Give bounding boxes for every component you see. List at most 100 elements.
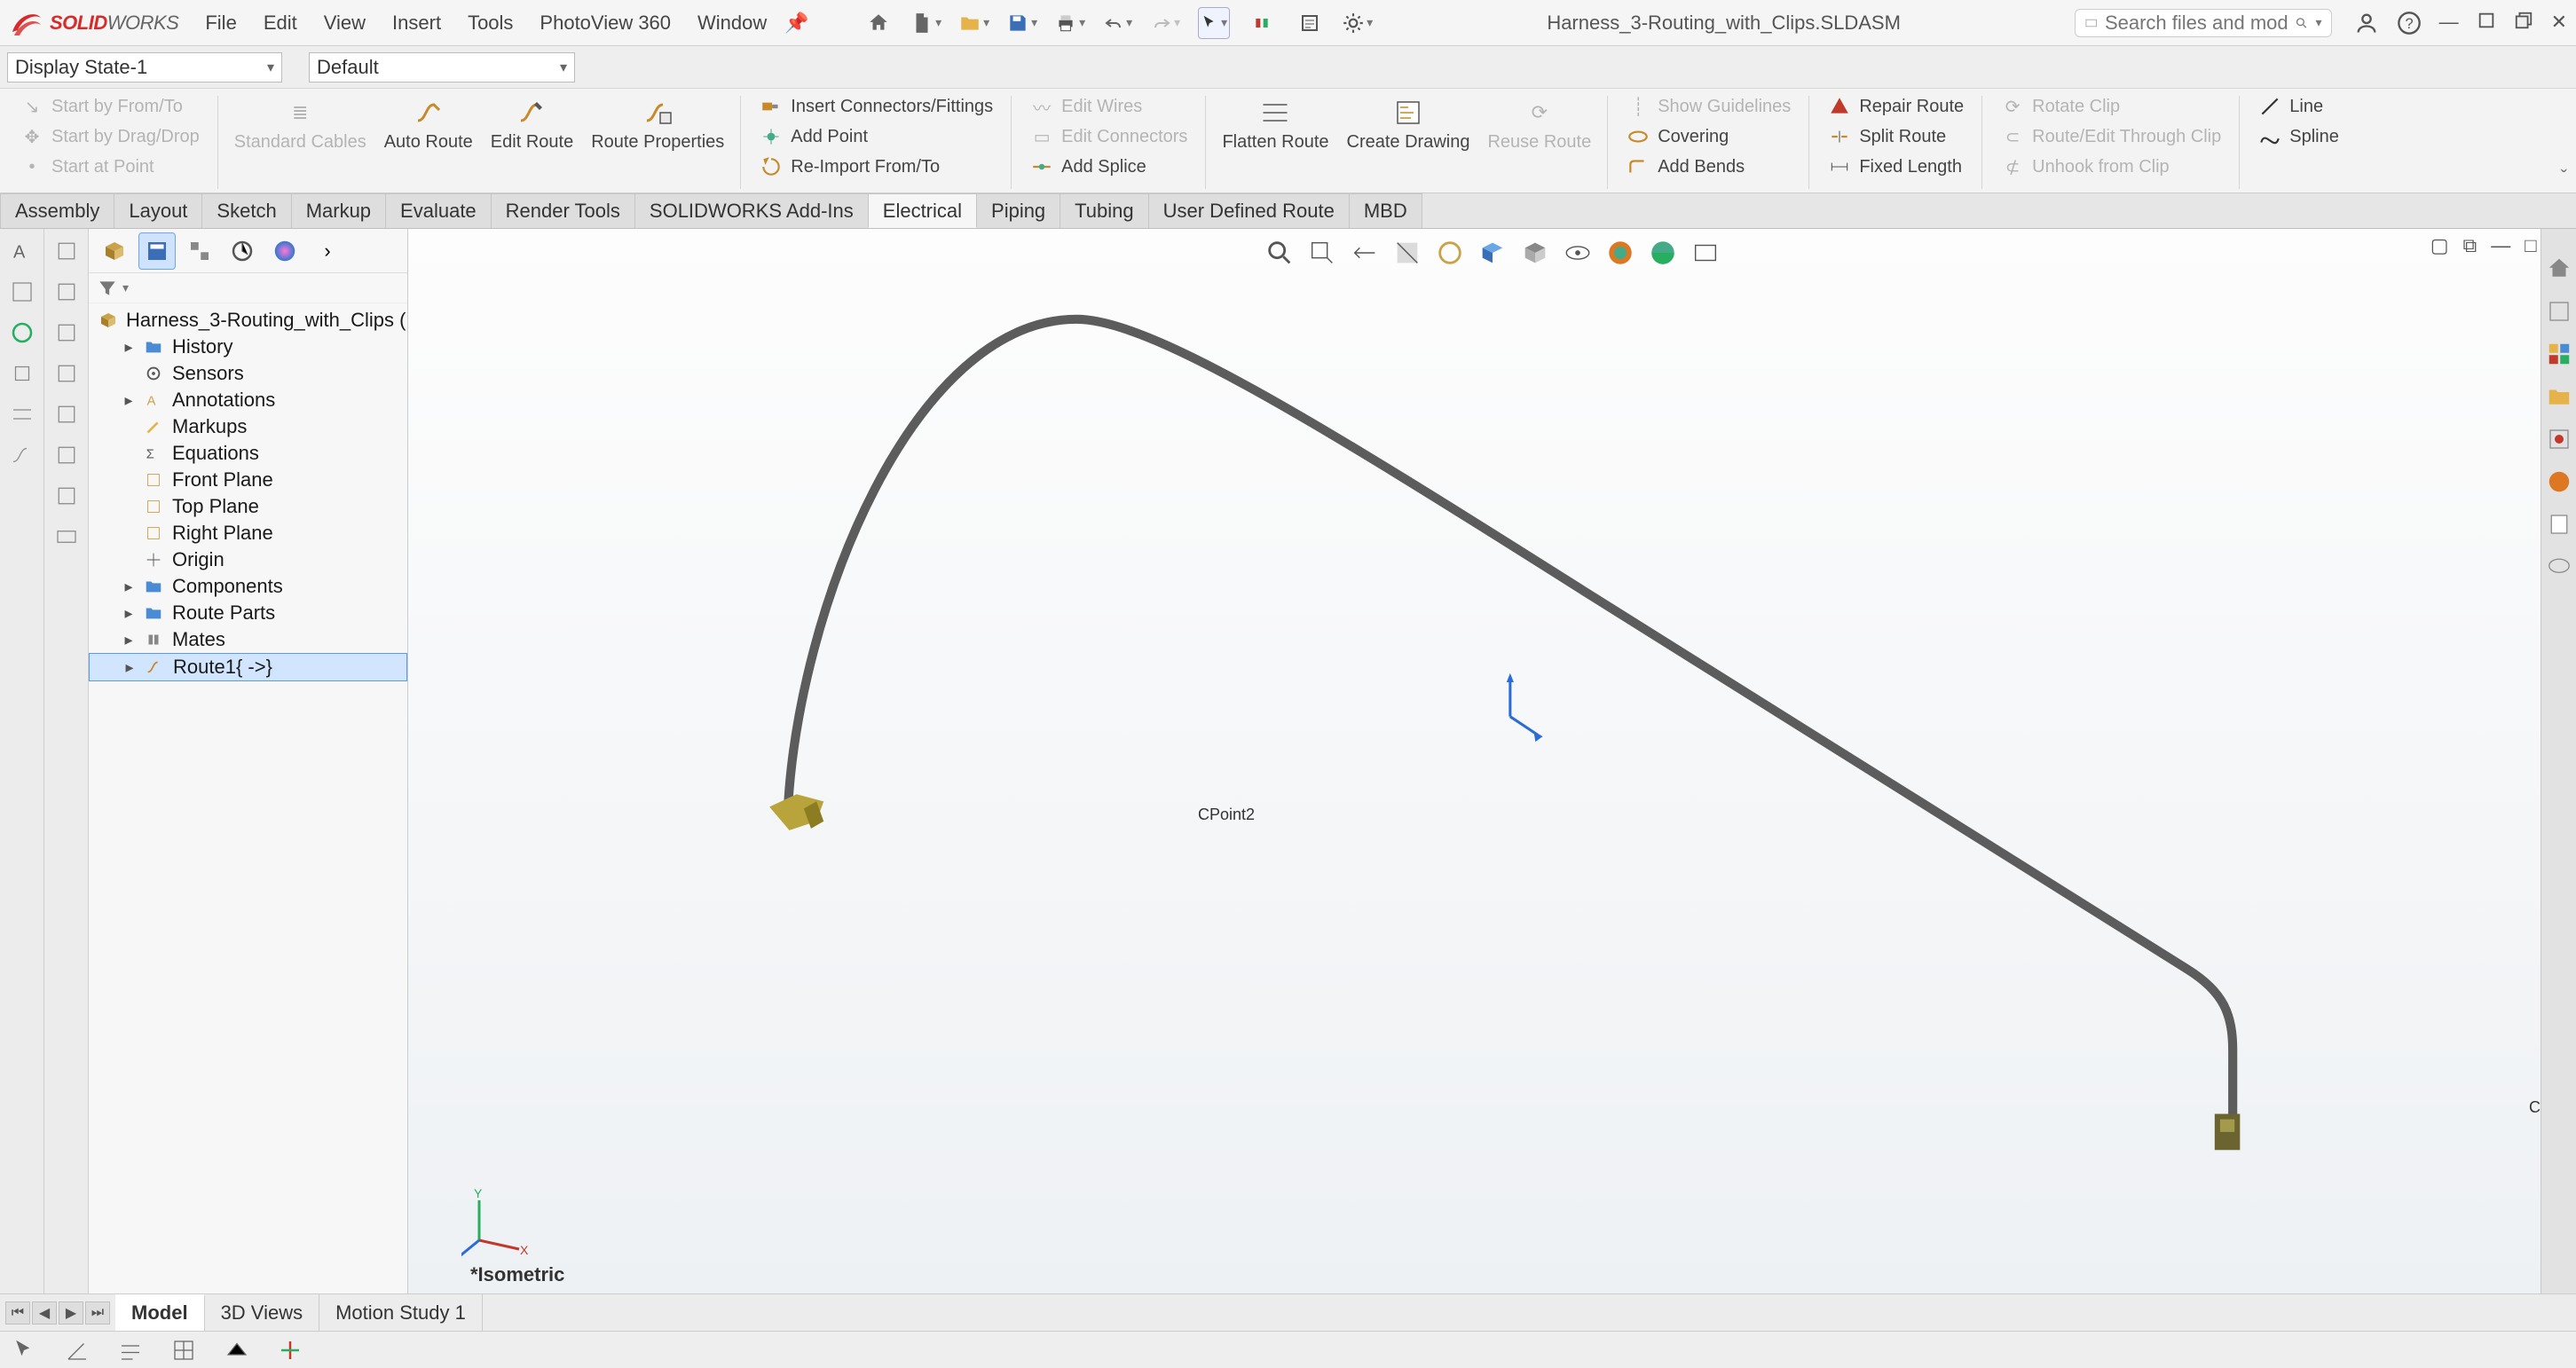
- panel-more-icon[interactable]: ›: [309, 232, 346, 270]
- tree-top-plane[interactable]: Top Plane: [89, 493, 407, 520]
- tree-mates[interactable]: ▸Mates: [89, 626, 407, 653]
- minimize-icon[interactable]: —: [2439, 11, 2459, 35]
- search-dropdown-icon[interactable]: ▾: [2316, 15, 2322, 30]
- rail-icon[interactable]: [53, 319, 80, 346]
- tab-piping[interactable]: Piping: [976, 193, 1060, 228]
- taskpane-design-library-icon[interactable]: [2546, 341, 2572, 367]
- search-input[interactable]: [2105, 12, 2288, 35]
- add-splice-button[interactable]: Add Splice: [1029, 154, 1187, 179]
- restore-icon[interactable]: [2477, 11, 2496, 35]
- collapse-ribbon-icon[interactable]: ˇ: [2561, 166, 2567, 189]
- configuration-dropdown[interactable]: Default▾: [309, 52, 575, 83]
- tree-root[interactable]: Harness_3-Routing_with_Clips (Default: [89, 307, 407, 334]
- edit-wires-button[interactable]: 〰Edit Wires: [1029, 94, 1187, 119]
- rail-icon[interactable]: [53, 360, 80, 387]
- edit-route-button[interactable]: Edit Route: [491, 92, 573, 152]
- rail-icon[interactable]: [53, 279, 80, 305]
- status-grid-icon[interactable]: [170, 1337, 197, 1364]
- bottom-tab-motion-study[interactable]: Motion Study 1: [319, 1294, 483, 1331]
- taskpane-forum-icon[interactable]: [2546, 554, 2572, 580]
- tab-nav-next-icon[interactable]: ▶: [59, 1301, 83, 1325]
- tree-markups[interactable]: Markups: [89, 413, 407, 440]
- rail-icon[interactable]: [53, 401, 80, 428]
- tab-sketch[interactable]: Sketch: [201, 193, 291, 228]
- undo-icon[interactable]: [1102, 7, 1134, 39]
- tab-nav-last-icon[interactable]: ⏭: [85, 1301, 110, 1325]
- user-account-icon[interactable]: [2354, 11, 2379, 35]
- tree-history[interactable]: ▸History: [89, 334, 407, 360]
- settings-gear-icon[interactable]: [1342, 7, 1374, 39]
- line-tool-button[interactable]: Line: [2257, 94, 2339, 119]
- taskpane-custom-props-icon[interactable]: [2546, 511, 2572, 538]
- taskpane-appearances-icon[interactable]: [2546, 468, 2572, 495]
- tree-right-plane[interactable]: Right Plane: [89, 520, 407, 546]
- tree-components[interactable]: ▸Components: [89, 573, 407, 600]
- flatten-route-button[interactable]: Flatten Route: [1222, 92, 1328, 152]
- rail-icon[interactable]: [9, 401, 35, 428]
- menu-window[interactable]: Window: [697, 12, 767, 35]
- add-point-button[interactable]: Add Point: [759, 124, 993, 149]
- panel-tab-dimxpert-icon[interactable]: [224, 232, 261, 270]
- create-drawing-button[interactable]: Create Drawing: [1347, 92, 1470, 152]
- reimport-fromto-button[interactable]: Re-Import From/To: [759, 154, 993, 179]
- pin-menu-icon[interactable]: 📌: [784, 12, 808, 35]
- filter-icon[interactable]: [96, 277, 119, 300]
- select-pointer-icon[interactable]: [1198, 7, 1230, 39]
- rail-icon[interactable]: [53, 483, 80, 509]
- search-icon[interactable]: [2295, 14, 2308, 32]
- taskpane-home-icon[interactable]: [2546, 256, 2572, 282]
- show-guidelines-button[interactable]: ┊Show Guidelines: [1626, 94, 1791, 119]
- start-by-dragdrop-button[interactable]: ✥Start by Drag/Drop: [20, 124, 200, 149]
- taskpane-view-palette-icon[interactable]: [2546, 426, 2572, 452]
- unhook-from-clip-button[interactable]: ⊄Unhook from Clip: [2000, 154, 2221, 179]
- split-route-button[interactable]: Split Route: [1827, 124, 1964, 149]
- menu-edit[interactable]: Edit: [264, 12, 297, 35]
- tree-equations[interactable]: ΣEquations: [89, 440, 407, 467]
- panel-tab-property-icon[interactable]: [138, 232, 176, 270]
- status-angle-icon[interactable]: [64, 1337, 91, 1364]
- bottom-tab-model[interactable]: Model: [115, 1294, 205, 1331]
- tree-sensors[interactable]: Sensors: [89, 360, 407, 387]
- route-through-clip-button[interactable]: ⊂Route/Edit Through Clip: [2000, 124, 2221, 149]
- tab-assembly[interactable]: Assembly: [0, 193, 114, 228]
- rail-icon[interactable]: [53, 238, 80, 264]
- tab-addins[interactable]: SOLIDWORKS Add-Ins: [634, 193, 869, 228]
- tree-route-parts[interactable]: ▸Route Parts: [89, 600, 407, 626]
- tab-user-defined-route[interactable]: User Defined Route: [1148, 193, 1350, 228]
- spline-tool-button[interactable]: Spline: [2257, 124, 2339, 149]
- save-icon[interactable]: [1006, 7, 1038, 39]
- tab-electrical[interactable]: Electrical: [868, 193, 977, 228]
- rail-icon[interactable]: A: [9, 238, 35, 264]
- tree-origin[interactable]: Origin: [89, 546, 407, 573]
- file-properties-icon[interactable]: [1294, 7, 1326, 39]
- start-at-point-button[interactable]: •Start at Point: [20, 154, 200, 179]
- open-icon[interactable]: [958, 7, 990, 39]
- rail-icon[interactable]: [9, 360, 35, 387]
- panel-tab-config-icon[interactable]: [181, 232, 218, 270]
- tab-layout[interactable]: Layout: [114, 193, 202, 228]
- home-icon[interactable]: [863, 7, 894, 39]
- menu-file[interactable]: File: [205, 12, 236, 35]
- tab-mbd[interactable]: MBD: [1349, 193, 1422, 228]
- menu-insert[interactable]: Insert: [392, 12, 441, 35]
- add-bends-button[interactable]: Add Bends: [1626, 154, 1791, 179]
- menu-tools[interactable]: Tools: [468, 12, 513, 35]
- rail-icon[interactable]: [9, 319, 35, 346]
- search-box[interactable]: ▾: [2075, 9, 2332, 37]
- insert-connectors-button[interactable]: Insert Connectors/Fittings: [759, 94, 993, 119]
- rail-icon[interactable]: [53, 523, 80, 550]
- rotate-clip-button[interactable]: ⟳Rotate Clip: [2000, 94, 2221, 119]
- rail-icon[interactable]: [9, 279, 35, 305]
- rebuild-icon[interactable]: [1246, 7, 1278, 39]
- bottom-tab-3dviews[interactable]: 3D Views: [205, 1294, 320, 1331]
- status-plane-icon[interactable]: [224, 1337, 250, 1364]
- tab-render-tools[interactable]: Render Tools: [491, 193, 635, 228]
- taskpane-file-explorer-icon[interactable]: [2546, 383, 2572, 410]
- start-by-fromto-button[interactable]: ↘Start by From/To: [20, 94, 200, 119]
- standard-cables-button[interactable]: ≣Standard Cables: [234, 92, 366, 152]
- maximize-icon[interactable]: [2514, 11, 2533, 35]
- graphics-viewport[interactable]: ▢ ⧉ — □ ✕: [408, 229, 2576, 1293]
- status-pointer-icon[interactable]: [11, 1337, 37, 1364]
- tab-evaluate[interactable]: Evaluate: [385, 193, 492, 228]
- tab-nav-prev-icon[interactable]: ◀: [32, 1301, 57, 1325]
